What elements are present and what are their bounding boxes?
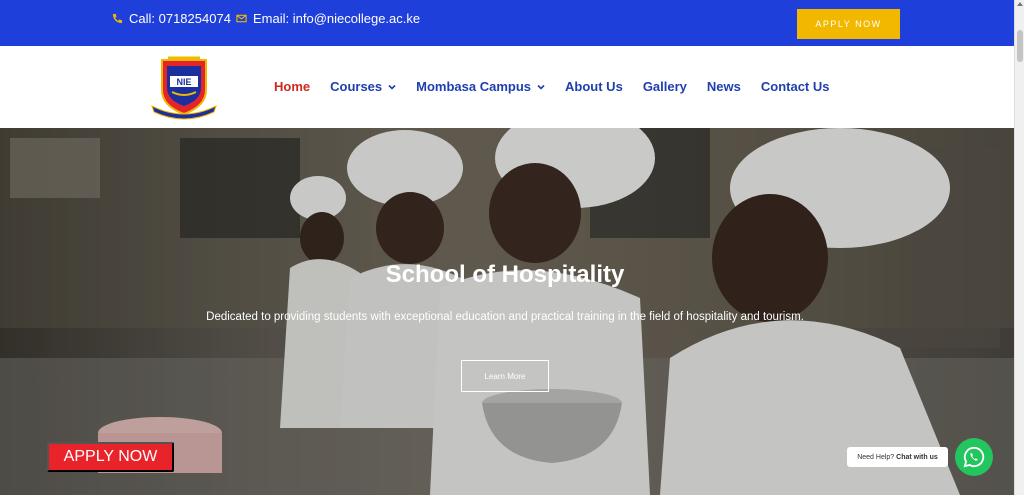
phone-contact[interactable]: Call: 0718254074	[112, 11, 231, 26]
whatsapp-icon	[963, 446, 985, 468]
need-help-text: Need Help?	[857, 453, 895, 461]
vertical-scrollbar[interactable]	[1014, 0, 1024, 495]
nav-mombasa-campus[interactable]: Mombasa Campus	[416, 79, 545, 94]
chevron-down-icon	[537, 84, 545, 90]
nav-about-us[interactable]: About Us	[565, 79, 623, 94]
college-logo[interactable]: NIE	[148, 56, 220, 120]
learn-more-button[interactable]: Learn More	[461, 360, 549, 392]
mail-icon	[236, 14, 247, 23]
phone-text: Call: 0718254074	[129, 11, 231, 26]
whatsapp-chat-button[interactable]	[955, 438, 993, 476]
nav-courses[interactable]: Courses	[330, 79, 396, 94]
phone-icon	[112, 13, 123, 24]
site-header: NIE Home Courses Mombasa Campus About Us…	[0, 46, 1014, 128]
nav-courses-label: Courses	[330, 79, 383, 94]
nav-gallery[interactable]: Gallery	[643, 79, 687, 94]
email-contact[interactable]: Email: info@niecollege.ac.ke	[236, 11, 420, 26]
scrollbar-thumb[interactable]	[1017, 30, 1023, 62]
top-bar: Call: 0718254074 Email: info@niecollege.…	[0, 0, 1014, 46]
nav-mombasa-campus-label: Mombasa Campus	[416, 79, 532, 94]
nav-news[interactable]: News	[707, 79, 741, 94]
nav-home-label: Home	[274, 79, 311, 94]
chat-with-us-text: Chat with us	[896, 453, 938, 461]
floating-apply-now-button[interactable]: APPLY NOW	[47, 442, 174, 472]
nav-home[interactable]: Home	[274, 79, 310, 94]
hero-title: School of Hospitality	[385, 261, 625, 288]
nav-contact-us-label: Contact Us	[760, 79, 830, 94]
hero-description: Dedicated to providing students with exc…	[206, 311, 804, 323]
email-text: Email: info@niecollege.ac.ke	[253, 11, 421, 26]
apply-now-button[interactable]: APPLY NOW	[797, 9, 900, 39]
nav-news-label: News	[706, 79, 741, 94]
nav-contact-us[interactable]: Contact Us	[761, 79, 830, 94]
hero-banner: School of Hospitality Dedicated to provi…	[0, 128, 1014, 495]
chevron-down-icon	[388, 84, 396, 90]
main-nav: Home Courses Mombasa Campus About Us Gal…	[274, 79, 830, 94]
scroll-up-arrow-icon[interactable]	[1017, 2, 1023, 6]
nav-gallery-label: Gallery	[642, 79, 687, 94]
nav-about-us-label: About Us	[565, 79, 623, 94]
logo-text: NIE	[176, 77, 191, 87]
chat-help-tooltip[interactable]: Need Help? Chat with us	[847, 447, 948, 467]
